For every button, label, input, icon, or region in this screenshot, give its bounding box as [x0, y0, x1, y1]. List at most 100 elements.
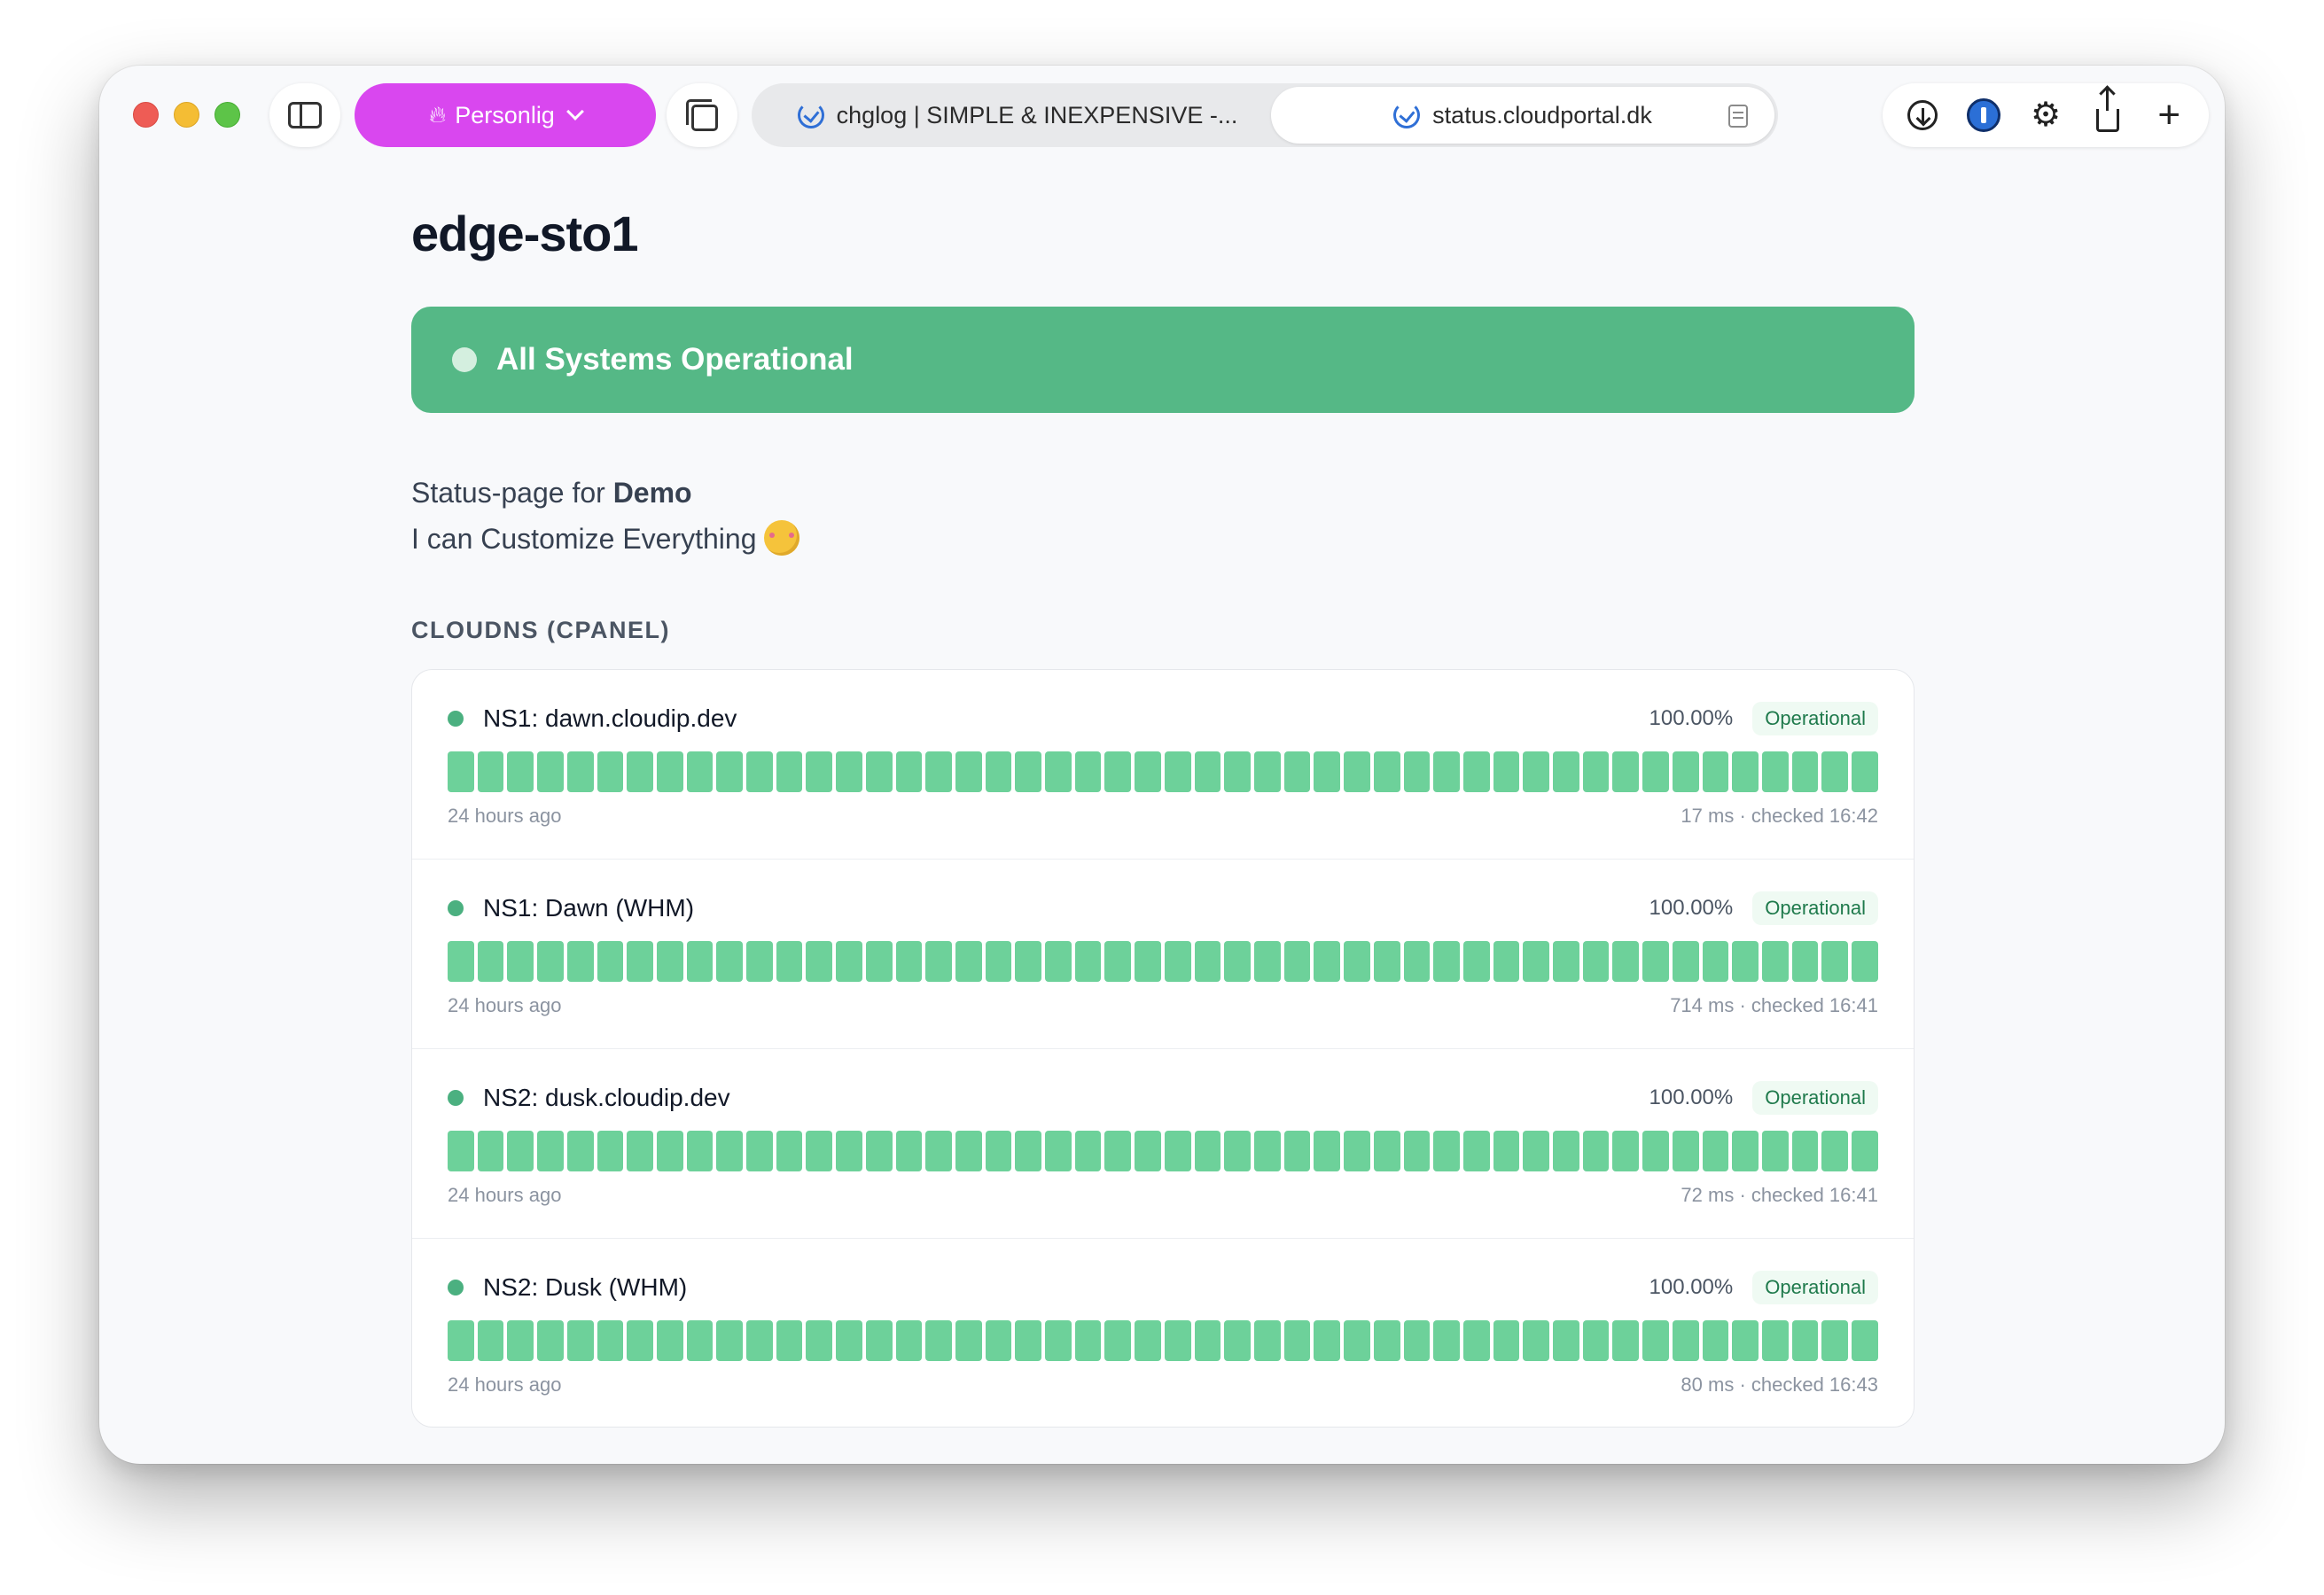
uptime-bar[interactable]	[448, 1320, 474, 1361]
uptime-bar[interactable]	[1015, 941, 1042, 982]
uptime-bar[interactable]	[1791, 1320, 1819, 1361]
uptime-bar[interactable]	[1852, 941, 1878, 982]
uptime-bar[interactable]	[1462, 1320, 1490, 1361]
uptime-bar[interactable]	[1224, 751, 1251, 792]
monitor-row[interactable]: NS1: dawn.cloudip.dev 100.00% Operational 2…	[412, 670, 1914, 860]
uptime-bar[interactable]	[566, 941, 594, 982]
new-tab-button[interactable]: +	[2148, 94, 2190, 136]
uptime-bar[interactable]	[925, 751, 952, 792]
uptime-bar[interactable]	[1732, 1131, 1759, 1171]
uptime-bar[interactable]	[1045, 941, 1072, 982]
monitor-row[interactable]: NS2: Dusk (WHM) 100.00% Operational 24 hour…	[412, 1239, 1914, 1427]
uptime-bar[interactable]	[865, 1320, 893, 1361]
uptime-bar[interactable]	[477, 751, 504, 792]
uptime-bar[interactable]	[1164, 1320, 1191, 1361]
uptime-bar[interactable]	[1074, 751, 1102, 792]
uptime-bar[interactable]	[1462, 751, 1490, 792]
uptime-bar[interactable]	[1194, 941, 1221, 982]
uptime-bar[interactable]	[1373, 1131, 1400, 1171]
uptime-bar[interactable]	[776, 941, 803, 982]
uptime-bar[interactable]	[1403, 941, 1431, 982]
uptime-bar[interactable]	[955, 1131, 982, 1171]
uptime-bar[interactable]	[686, 941, 714, 982]
uptime-bar[interactable]	[1224, 941, 1251, 982]
uptime-bar[interactable]	[716, 751, 744, 792]
uptime-bar[interactable]	[1761, 1131, 1789, 1171]
uptime-bar[interactable]	[1523, 1131, 1550, 1171]
uptime-bar[interactable]	[1074, 1320, 1102, 1361]
reader-icon[interactable]	[1728, 105, 1748, 128]
uptime-bar[interactable]	[686, 751, 714, 792]
tab-status-cloudportal[interactable]: status.cloudportal.dk	[1271, 87, 1774, 144]
uptime-bar[interactable]	[1821, 751, 1849, 792]
uptime-bar[interactable]	[1194, 1320, 1221, 1361]
uptime-bar[interactable]	[1642, 1320, 1669, 1361]
uptime-bar[interactable]	[1702, 751, 1729, 792]
uptime-bar[interactable]	[1702, 1131, 1729, 1171]
uptime-bar[interactable]	[806, 941, 833, 982]
uptime-bar[interactable]	[925, 941, 952, 982]
monitor-row[interactable]: NS2: dusk.cloudip.dev 100.00% Operational 2…	[412, 1049, 1914, 1239]
uptime-bar[interactable]	[1373, 941, 1400, 982]
uptime-bar[interactable]	[955, 751, 982, 792]
uptime-bar[interactable]	[865, 941, 893, 982]
uptime-bar[interactable]	[566, 1320, 594, 1361]
uptime-bar[interactable]	[1672, 1131, 1699, 1171]
uptime-bar[interactable]	[746, 751, 773, 792]
uptime-bar[interactable]	[836, 1320, 862, 1361]
uptime-bar[interactable]	[1104, 1320, 1132, 1361]
uptime-bar[interactable]	[1612, 1131, 1640, 1171]
profile-button[interactable]: 🔥︎ Personlig	[355, 83, 656, 147]
uptime-bar[interactable]	[955, 1320, 982, 1361]
uptime-bar[interactable]	[1523, 1320, 1550, 1361]
uptime-bar[interactable]	[1493, 941, 1520, 982]
uptime-bar[interactable]	[1553, 751, 1579, 792]
uptime-bar[interactable]	[925, 1320, 952, 1361]
uptime-bar[interactable]	[806, 751, 833, 792]
uptime-bar[interactable]	[1433, 941, 1460, 982]
uptime-bar[interactable]	[1253, 941, 1281, 982]
uptime-bar[interactable]	[537, 1320, 564, 1361]
uptime-bar[interactable]	[1791, 1131, 1819, 1171]
uptime-bar[interactable]	[656, 1131, 683, 1171]
uptime-bar[interactable]	[686, 1131, 714, 1171]
uptime-bar[interactable]	[1135, 1131, 1161, 1171]
downloads-button[interactable]	[1901, 94, 1944, 136]
uptime-bar[interactable]	[597, 751, 624, 792]
uptime-bar[interactable]	[656, 941, 683, 982]
zoom-window-button[interactable]	[214, 102, 240, 128]
uptime-bar[interactable]	[1135, 941, 1161, 982]
uptime-bar[interactable]	[597, 941, 624, 982]
tab-chglog[interactable]: chglog | SIMPLE & INEXPENSIVE -...	[760, 87, 1275, 144]
uptime-bar[interactable]	[865, 751, 893, 792]
uptime-bar[interactable]	[507, 1131, 534, 1171]
uptime-bar[interactable]	[1314, 751, 1341, 792]
uptime-bar[interactable]	[1373, 751, 1400, 792]
close-window-button[interactable]	[133, 102, 159, 128]
uptime-bar[interactable]	[716, 941, 744, 982]
uptime-bar[interactable]	[1612, 751, 1640, 792]
uptime-bar[interactable]	[865, 1131, 893, 1171]
password-manager-button[interactable]	[1962, 94, 2005, 136]
uptime-bar[interactable]	[1642, 751, 1669, 792]
uptime-bar[interactable]	[1791, 751, 1819, 792]
uptime-bar[interactable]	[1553, 941, 1579, 982]
uptime-bar[interactable]	[1403, 751, 1431, 792]
uptime-bar[interactable]	[537, 751, 564, 792]
uptime-bar[interactable]	[566, 751, 594, 792]
uptime-bar[interactable]	[448, 1131, 474, 1171]
uptime-bar[interactable]	[1433, 1131, 1460, 1171]
uptime-bar[interactable]	[597, 1131, 624, 1171]
uptime-bar[interactable]	[1852, 1131, 1878, 1171]
uptime-bar[interactable]	[806, 1131, 833, 1171]
uptime-bar[interactable]	[1732, 1320, 1759, 1361]
uptime-bar[interactable]	[1283, 1320, 1311, 1361]
uptime-bar[interactable]	[1523, 751, 1550, 792]
uptime-bar[interactable]	[507, 1320, 534, 1361]
uptime-bar[interactable]	[1852, 751, 1878, 792]
uptime-bar[interactable]	[566, 1131, 594, 1171]
uptime-bar[interactable]	[836, 1131, 862, 1171]
uptime-bar[interactable]	[627, 1131, 653, 1171]
uptime-bar[interactable]	[1702, 941, 1729, 982]
uptime-bar[interactable]	[448, 751, 474, 792]
